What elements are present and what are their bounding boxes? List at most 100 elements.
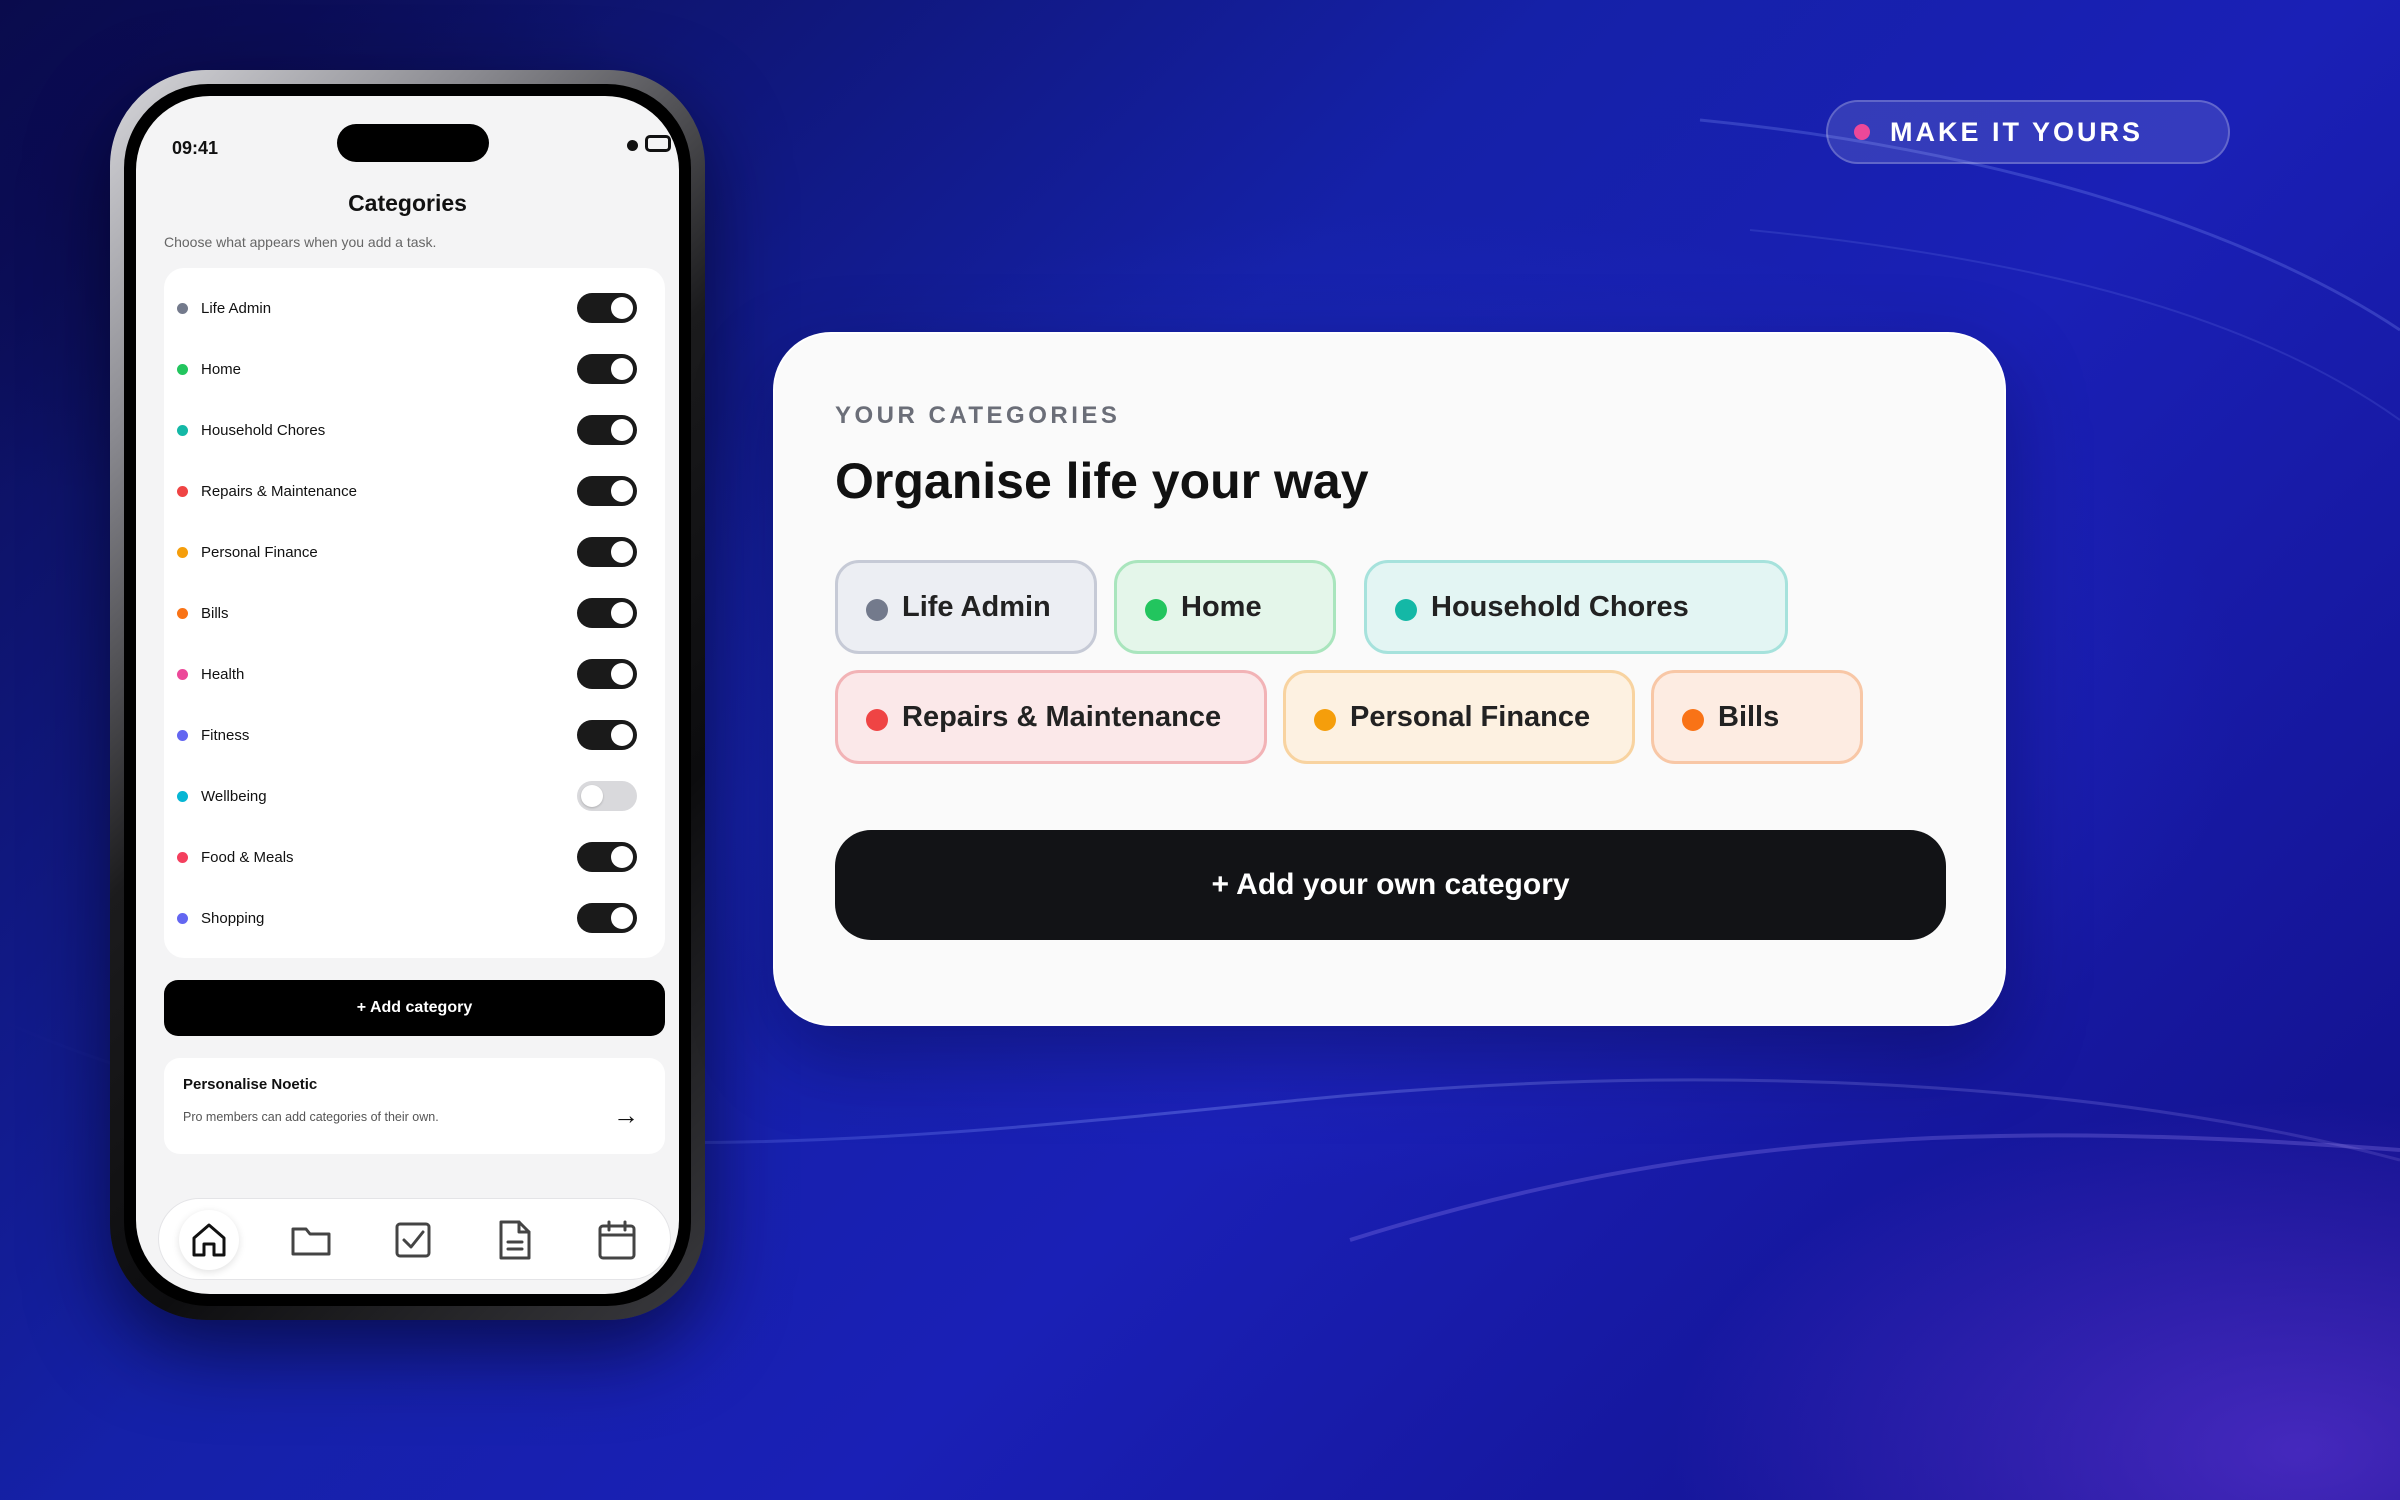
category-color-dot: [177, 424, 188, 436]
category-chip[interactable]: Household Chores: [1364, 560, 1788, 654]
category-label: Life Admin: [201, 299, 272, 317]
chip-label: Repairs & Maintenance: [902, 700, 1222, 733]
chip-color-dot: [1395, 599, 1417, 621]
categories-showcase-card: YOUR CATEGORIES Organise life your way L…: [773, 332, 2006, 1026]
category-row: Wellbeing: [164, 776, 665, 816]
checkbox-icon: [395, 1222, 431, 1258]
add-category-button[interactable]: + Add category: [164, 980, 665, 1036]
camera-dot-icon: [627, 140, 638, 151]
category-color-dot: [177, 912, 188, 924]
promo-subtitle: Pro members can add categories of their …: [183, 1110, 439, 1124]
category-list: Life Admin Home Household Chores Repairs & …: [164, 268, 665, 958]
folder-icon: [291, 1227, 331, 1256]
tab-calendar[interactable]: [587, 1210, 647, 1270]
category-label: Fitness: [201, 726, 250, 744]
category-chip[interactable]: Personal Finance: [1283, 670, 1635, 764]
category-color-dot: [177, 607, 188, 619]
category-toggle[interactable]: [577, 476, 637, 506]
card-eyebrow: YOUR CATEGORIES: [835, 402, 1121, 429]
category-label: Health: [201, 665, 245, 683]
make-it-yours-badge: MAKE IT YOURS: [1826, 100, 2230, 164]
chip-label: Home: [1181, 590, 1262, 623]
status-time: 09:41: [172, 138, 219, 158]
category-row: Home: [164, 349, 665, 389]
category-row: Bills: [164, 593, 665, 633]
category-color-dot: [177, 790, 188, 802]
chip-label: Bills: [1718, 700, 1780, 733]
category-color-dot: [177, 363, 188, 375]
toggle-knob: [611, 907, 633, 929]
category-color-dot: [177, 546, 188, 558]
chip-label: Household Chores: [1431, 590, 1689, 623]
screen-subtitle: Choose what appears when you add a task.: [164, 234, 437, 250]
category-toggle[interactable]: [577, 537, 637, 567]
category-row: Repairs & Maintenance: [164, 471, 665, 511]
chip-color-dot: [866, 599, 888, 621]
category-toggle[interactable]: [577, 293, 637, 323]
category-label: Bills: [201, 604, 229, 622]
toggle-knob: [611, 602, 633, 624]
category-row: Health: [164, 654, 665, 694]
badge-dot: [1854, 124, 1870, 140]
home-icon: [192, 1223, 226, 1257]
chip-color-dot: [1682, 709, 1704, 731]
tab-notes[interactable]: [485, 1210, 545, 1270]
category-label: Shopping: [201, 909, 265, 927]
category-color-dot: [177, 729, 188, 741]
toggle-knob: [611, 297, 633, 319]
phone-screen: 09:41 Categories Choose what appears whe…: [136, 96, 679, 1294]
screen-title: Categories: [348, 190, 467, 216]
add-own-category-button[interactable]: + Add your own category: [835, 830, 1946, 940]
arrow-right-icon[interactable]: →: [613, 1100, 639, 1131]
category-color-dot: [177, 668, 188, 680]
calendar-icon: [598, 1220, 636, 1260]
tab-bar: [158, 1198, 671, 1280]
chip-label: Life Admin: [902, 590, 1051, 623]
category-color-dot: [177, 485, 188, 497]
chip-label: Personal Finance: [1350, 700, 1591, 733]
chip-color-dot: [866, 709, 888, 731]
category-label: Wellbeing: [201, 787, 267, 805]
document-icon: [499, 1220, 531, 1260]
category-color-dot: [177, 851, 188, 863]
badge-label: MAKE IT YOURS: [1890, 116, 2144, 147]
toggle-knob: [611, 480, 633, 502]
category-chip[interactable]: Home: [1114, 560, 1336, 654]
category-color-dot: [177, 302, 188, 314]
toggle-knob: [611, 541, 633, 563]
category-toggle[interactable]: [577, 354, 637, 384]
tab-folders[interactable]: [281, 1210, 341, 1270]
toggle-knob: [611, 724, 633, 746]
tab-tasks[interactable]: [383, 1210, 443, 1270]
category-label: Home: [201, 360, 242, 378]
toggle-knob: [611, 358, 633, 380]
category-row: Life Admin: [164, 288, 665, 328]
category-label: Personal Finance: [201, 543, 318, 561]
toggle-knob: [611, 663, 633, 685]
chip-color-dot: [1145, 599, 1167, 621]
category-toggle[interactable]: [577, 720, 637, 750]
category-toggle[interactable]: [577, 659, 637, 689]
category-chip[interactable]: Bills: [1651, 670, 1863, 764]
battery-icon: [645, 135, 671, 152]
phone-mockup: 09:41 Categories Choose what appears whe…: [110, 70, 705, 1320]
category-row: Personal Finance: [164, 532, 665, 572]
category-chip[interactable]: Life Admin: [835, 560, 1097, 654]
tab-home[interactable]: [179, 1210, 239, 1270]
category-toggle[interactable]: [577, 781, 637, 811]
category-row: Household Chores: [164, 410, 665, 450]
category-toggle[interactable]: [577, 598, 637, 628]
category-row: Fitness: [164, 715, 665, 755]
toggle-knob: [581, 785, 603, 807]
personalise-promo-card[interactable]: Personalise Noetic Pro members can add c…: [164, 1058, 665, 1154]
category-toggle[interactable]: [577, 842, 637, 872]
category-chip[interactable]: Repairs & Maintenance: [835, 670, 1267, 764]
card-title: Organise life your way: [835, 453, 1369, 509]
toggle-knob: [611, 846, 633, 868]
category-label: Household Chores: [201, 421, 326, 439]
category-toggle[interactable]: [577, 415, 637, 445]
toggle-knob: [611, 419, 633, 441]
dynamic-island: [337, 124, 489, 162]
category-toggle[interactable]: [577, 903, 637, 933]
category-row: Food & Meals: [164, 837, 665, 877]
